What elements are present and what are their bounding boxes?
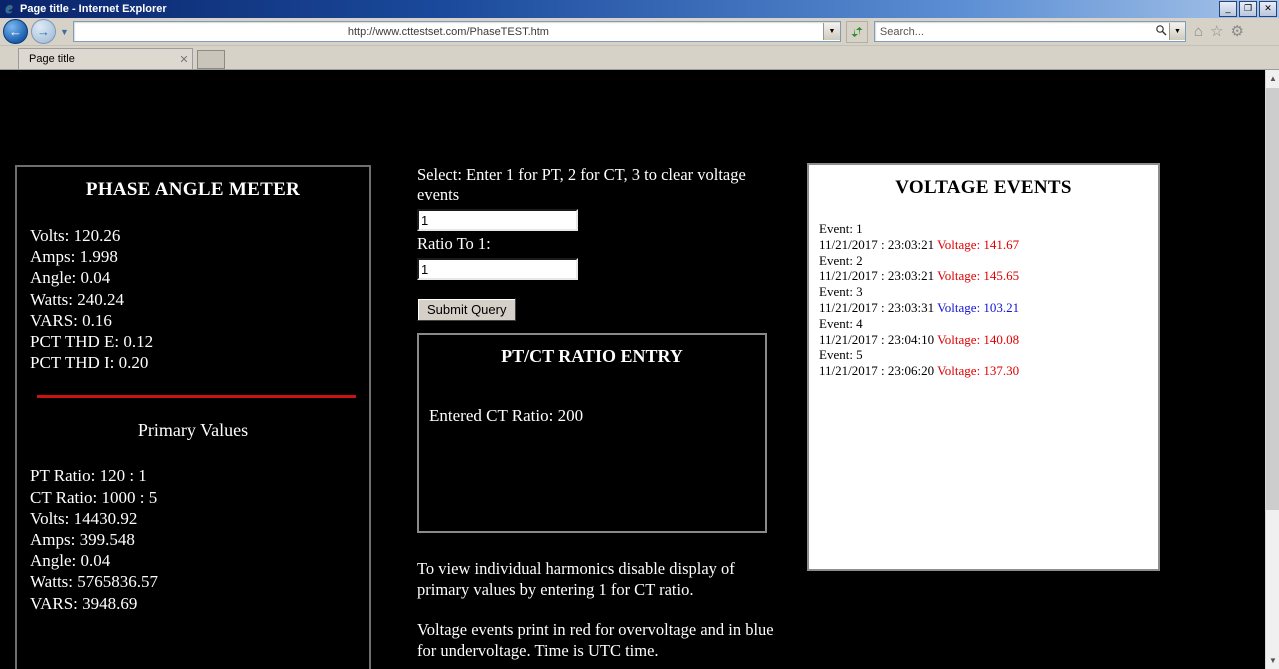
event-voltage: Voltage: 141.67 xyxy=(937,236,1020,252)
event-number: Event: 3 xyxy=(819,284,863,300)
meter-readings-list: Volts: 120.26 Amps: 1.998 Angle: 0.04 Wa… xyxy=(17,225,369,373)
primary-reading: Volts: 14430.92 xyxy=(30,508,138,528)
primary-reading: Angle: 0.04 xyxy=(30,551,111,571)
event-timestamp: 11/21/2017 : 23:04:10 xyxy=(819,331,938,347)
address-bar[interactable]: http://www.cttestset.com/PhaseTEST.htm ▼ xyxy=(72,21,841,42)
primary-reading: VARS: 3948.69 xyxy=(30,593,138,613)
vertical-scrollbar[interactable]: ▲ ▼ xyxy=(1265,70,1279,669)
event-voltage: Voltage: 103.21 xyxy=(937,299,1020,315)
event-number: Event: 1 xyxy=(819,221,863,236)
voltage-events-panel: VOLTAGE EVENTS Event: 1 11/21/2017 : 23:… xyxy=(807,163,1160,571)
event-entry: Event: 3 11/21/2017 : 23:03:31 Voltage: … xyxy=(819,284,1158,316)
forward-button[interactable]: → xyxy=(31,19,56,44)
meter-reading: Angle: 0.04 xyxy=(30,268,111,288)
event-voltage: Voltage: 145.65 xyxy=(937,268,1020,284)
ie-logo-icon: e xyxy=(5,0,13,17)
tab-strip: Page title ✕ xyxy=(0,46,1279,70)
tab-page-title[interactable]: Page title ✕ xyxy=(18,48,193,69)
tab-label: Page title xyxy=(29,53,75,65)
restore-button[interactable]: ❐ xyxy=(1239,1,1257,17)
primary-reading: CT Ratio: 1000 : 5 xyxy=(30,487,158,507)
meter-reading: Watts: 240.24 xyxy=(30,289,125,309)
event-entry: Event: 5 11/21/2017 : 23:06:20 Voltage: … xyxy=(819,347,1158,379)
event-number: Event: 4 xyxy=(819,315,863,331)
primary-reading: PT Ratio: 120 : 1 xyxy=(30,466,147,486)
meter-reading: PCT THD I: 0.20 xyxy=(30,353,149,373)
select-input[interactable] xyxy=(417,209,578,231)
primary-values-list: PT Ratio: 120 : 1 CT Ratio: 1000 : 5 Vol… xyxy=(17,465,369,613)
address-input[interactable]: http://www.cttestset.com/PhaseTEST.htm xyxy=(74,26,823,38)
back-button[interactable]: ← xyxy=(3,19,28,44)
harmonics-note: To view individual harmonics disable dis… xyxy=(417,559,735,599)
event-number: Event: 5 xyxy=(819,347,863,363)
scroll-up-button[interactable]: ▲ xyxy=(1266,70,1279,87)
primary-reading: Amps: 399.548 xyxy=(30,530,135,550)
ratio-panel-title: PT/CT RATIO ENTRY xyxy=(501,346,683,366)
scroll-down-button[interactable]: ▼ xyxy=(1266,652,1279,669)
event-timestamp: 11/21/2017 : 23:06:20 xyxy=(819,363,938,379)
event-voltage: Voltage: 137.30 xyxy=(937,363,1020,379)
control-column: Select: Enter 1 for PT, 2 for CT, 3 to c… xyxy=(417,165,797,661)
favorites-icon[interactable]: ☆ xyxy=(1210,24,1223,39)
title-bar: e Page title - Internet Explorer _ ❐ ✕ xyxy=(0,0,1279,18)
browser-window: e Page title - Internet Explorer _ ❐ ✕ ←… xyxy=(0,0,1279,669)
event-voltage: Voltage: 140.08 xyxy=(937,331,1020,347)
event-detail: 11/21/2017 : 23:03:21 Voltage: 145.65 xyxy=(819,268,1158,284)
window-controls: _ ❐ ✕ xyxy=(1219,1,1277,17)
toolbar-icons: ⌂ ☆ ⚙ xyxy=(1194,24,1244,39)
submit-query-button[interactable]: Submit Query xyxy=(417,298,517,321)
event-entry: Event: 1 11/21/2017 : 23:03:21 Voltage: … xyxy=(819,221,1158,253)
tab-close-icon[interactable]: ✕ xyxy=(176,53,192,66)
meter-reading: Volts: 120.26 xyxy=(30,226,121,245)
search-dropdown-icon[interactable]: ▼ xyxy=(1168,23,1185,40)
refresh-icon xyxy=(851,26,863,37)
select-instruction-label: Select: Enter 1 for PT, 2 for CT, 3 to c… xyxy=(417,165,746,204)
event-number: Event: 2 xyxy=(819,252,863,268)
search-icon[interactable] xyxy=(1153,24,1169,39)
minimize-button[interactable]: _ xyxy=(1219,1,1237,17)
meter-reading: VARS: 0.16 xyxy=(30,310,112,330)
meter-reading: PCT THD E: 0.12 xyxy=(30,332,154,352)
event-timestamp: 11/21/2017 : 23:03:21 xyxy=(819,268,938,284)
events-list: Event: 1 11/21/2017 : 23:03:21 Voltage: … xyxy=(809,221,1158,379)
meter-reading: Amps: 1.998 xyxy=(30,247,118,267)
section-divider xyxy=(37,395,356,399)
ratio-input[interactable] xyxy=(417,258,578,280)
event-detail: 11/21/2017 : 23:04:10 Voltage: 140.08 xyxy=(819,332,1158,348)
new-tab-button[interactable] xyxy=(197,50,225,69)
close-button[interactable]: ✕ xyxy=(1259,1,1277,17)
search-input[interactable]: Search... xyxy=(875,26,1153,38)
recent-pages-icon[interactable]: ▼ xyxy=(60,27,69,37)
page-content: PHASE ANGLE METER Volts: 120.26 Amps: 1.… xyxy=(0,70,1265,669)
search-box[interactable]: Search... ▼ xyxy=(873,21,1186,42)
event-detail: 11/21/2017 : 23:03:21 Voltage: 141.67 xyxy=(819,237,1158,253)
event-entry: Event: 4 11/21/2017 : 23:04:10 Voltage: … xyxy=(819,316,1158,348)
home-icon[interactable]: ⌂ xyxy=(1194,24,1203,39)
phase-angle-meter-panel: PHASE ANGLE METER Volts: 120.26 Amps: 1.… xyxy=(15,165,371,669)
event-detail: 11/21/2017 : 23:03:31 Voltage: 103.21 xyxy=(819,300,1158,316)
address-dropdown-icon[interactable]: ▼ xyxy=(822,23,840,40)
event-detail: 11/21/2017 : 23:06:20 Voltage: 137.30 xyxy=(819,363,1158,379)
color-legend-note: Voltage events print in red for overvolt… xyxy=(417,620,774,660)
scrollbar-thumb[interactable] xyxy=(1266,88,1279,510)
settings-gear-icon[interactable]: ⚙ xyxy=(1230,24,1243,39)
ptct-ratio-entry-panel: PT/CT RATIO ENTRY Entered CT Ratio: 200 xyxy=(417,333,767,533)
primary-values-title: Primary Values xyxy=(137,420,249,441)
window-title: Page title - Internet Explorer xyxy=(20,3,167,15)
event-timestamp: 11/21/2017 : 23:03:21 xyxy=(819,236,938,252)
primary-reading: Watts: 5765836.57 xyxy=(30,572,159,592)
entered-ct-ratio: Entered CT Ratio: 200 xyxy=(429,406,584,425)
navigation-toolbar: ← → ▼ http://www.cttestset.com/PhaseTEST… xyxy=(0,18,1279,46)
ratio-label: Ratio To 1: xyxy=(417,234,491,253)
event-entry: Event: 2 11/21/2017 : 23:03:21 Voltage: … xyxy=(819,253,1158,285)
event-timestamp: 11/21/2017 : 23:03:31 xyxy=(819,299,938,315)
refresh-button[interactable] xyxy=(845,20,868,43)
meter-panel-title: PHASE ANGLE METER xyxy=(85,179,301,200)
events-panel-title: VOLTAGE EVENTS xyxy=(895,177,1072,198)
